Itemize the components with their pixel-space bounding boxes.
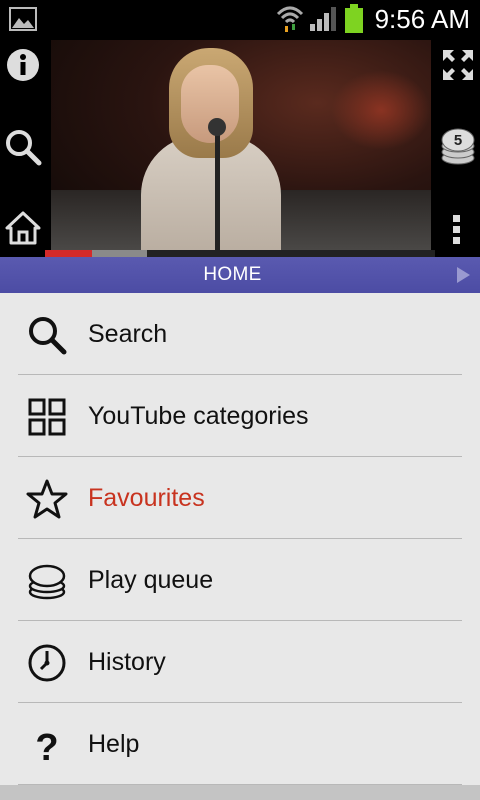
menu-item-label: History — [88, 648, 166, 676]
page-title: HOME — [203, 264, 262, 285]
wifi-icon — [276, 6, 304, 32]
menu-item-label: Search — [88, 320, 168, 348]
menu-item-youtube-categories[interactable]: YouTube categories — [18, 375, 462, 457]
star-icon — [26, 479, 68, 519]
progress-played — [45, 250, 92, 257]
home-menu: Search YouTube categories Favourites Pla… — [0, 293, 480, 800]
status-time: 9:56 AM — [374, 4, 470, 34]
header-arrow-icon[interactable] — [457, 267, 470, 283]
question-icon: ? — [35, 727, 58, 766]
player-right-controls: 5 — [435, 38, 480, 257]
menu-item-label: Play queue — [88, 566, 214, 594]
progress-bar[interactable] — [45, 250, 435, 257]
search-icon[interactable] — [4, 128, 42, 166]
menu-item-search[interactable]: Search — [18, 293, 462, 375]
home-icon[interactable] — [4, 210, 42, 246]
menu-item-label: YouTube categories — [88, 402, 309, 430]
menu-item-label: Favourites — [88, 484, 205, 512]
video-player: 5 — [0, 38, 480, 257]
menu-bottom-strip — [0, 785, 480, 800]
queue-icon[interactable]: 5 — [439, 126, 477, 166]
progress-buffered — [92, 250, 147, 257]
microphone-head — [208, 118, 226, 136]
status-bar: 9:56 AM — [0, 0, 480, 38]
clock-icon — [28, 644, 66, 682]
fullscreen-icon[interactable] — [441, 48, 475, 82]
more-icon[interactable] — [452, 214, 462, 246]
queue-count: 5 — [454, 132, 462, 149]
stage-light — [331, 70, 431, 150]
page-header: HOME — [0, 257, 480, 293]
microphone-stand — [215, 124, 220, 250]
menu-item-label: Help — [88, 730, 140, 758]
player-left-controls — [0, 38, 45, 257]
svg-text:?: ? — [35, 727, 58, 766]
video-frame[interactable] — [51, 40, 431, 250]
stack-icon — [28, 564, 66, 600]
menu-item-help[interactable]: ? Help — [18, 703, 462, 785]
search-icon — [29, 317, 67, 355]
picture-icon — [9, 7, 37, 31]
battery-icon — [345, 4, 363, 33]
info-icon[interactable] — [6, 48, 40, 82]
menu-item-history[interactable]: History — [18, 621, 462, 703]
menu-item-play-queue[interactable]: Play queue — [18, 539, 462, 621]
signal-icon — [310, 7, 336, 31]
grid-icon — [28, 398, 66, 436]
menu-item-favourites[interactable]: Favourites — [18, 457, 462, 539]
